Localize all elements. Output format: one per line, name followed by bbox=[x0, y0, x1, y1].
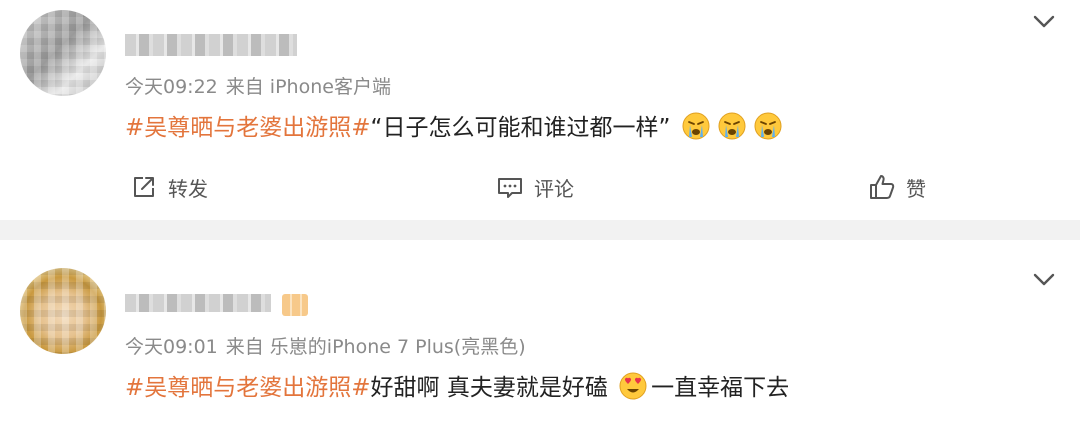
comment-card: 今天09:01 来自 乐崽的iPhone 7 Plus(亮黑色) #吴尊晒与老婆出… bbox=[0, 240, 1080, 426]
crying-emoji bbox=[682, 112, 710, 140]
post-content: #吴尊晒与老婆出游照#好甜啊 真夫妻就是好磕 一直幸福下去 bbox=[125, 368, 789, 402]
post-source: 来自 iPhone客户端 bbox=[225, 76, 391, 98]
post-content: #吴尊晒与老婆出游照#“日子怎么可能和谁过都一样” bbox=[125, 108, 786, 142]
repost-label: 转发 bbox=[168, 176, 208, 201]
comment-card: 今天09:22 来自 iPhone客户端 #吴尊晒与老婆出游照#“日子怎么可能和谁… bbox=[0, 0, 1080, 220]
crying-emoji bbox=[718, 112, 746, 140]
post-text-continued: 一直幸福下去 bbox=[651, 375, 790, 401]
comment-label: 评论 bbox=[534, 176, 574, 201]
post-divider bbox=[0, 220, 1080, 240]
heart-eyes-emoji bbox=[619, 372, 647, 400]
member-badge-icon bbox=[282, 294, 308, 316]
comment-icon bbox=[498, 178, 522, 198]
post-source: 来自 乐崽的iPhone 7 Plus(亮黑色) bbox=[225, 336, 526, 358]
weibo-comment-feed: 今天09:22 来自 iPhone客户端 #吴尊晒与老婆出游照#“日子怎么可能和谁… bbox=[0, 0, 1080, 426]
avatar[interactable] bbox=[20, 10, 106, 96]
thumbs-up-icon bbox=[870, 175, 895, 199]
post-time: 今天09:01 bbox=[125, 336, 218, 358]
like-button[interactable]: 赞 bbox=[868, 170, 926, 204]
comment-button[interactable]: 评论 bbox=[496, 170, 574, 204]
avatar[interactable] bbox=[20, 268, 106, 354]
hashtag-link[interactable]: #吴尊晒与老婆出游照# bbox=[125, 375, 371, 401]
post-meta: 今天09:01 来自 乐崽的iPhone 7 Plus(亮黑色) bbox=[125, 332, 534, 359]
username-blurred[interactable] bbox=[125, 34, 297, 56]
username-blurred[interactable] bbox=[125, 294, 271, 312]
chevron-down-icon[interactable] bbox=[1032, 10, 1056, 34]
post-text: 好甜啊 真夫妻就是好磕 bbox=[370, 375, 608, 401]
like-label: 赞 bbox=[906, 176, 926, 201]
action-bar: 转发 评论 赞 bbox=[0, 170, 1080, 204]
crying-emoji bbox=[754, 112, 782, 140]
hashtag-link[interactable]: #吴尊晒与老婆出游照# bbox=[125, 115, 371, 141]
post-time: 今天09:22 bbox=[125, 76, 218, 98]
post-text: “日子怎么可能和谁过都一样” bbox=[370, 115, 671, 141]
post-meta: 今天09:22 来自 iPhone客户端 bbox=[125, 72, 399, 99]
repost-button[interactable]: 转发 bbox=[130, 170, 208, 204]
repost-icon bbox=[134, 177, 154, 197]
chevron-down-icon[interactable] bbox=[1032, 268, 1056, 292]
